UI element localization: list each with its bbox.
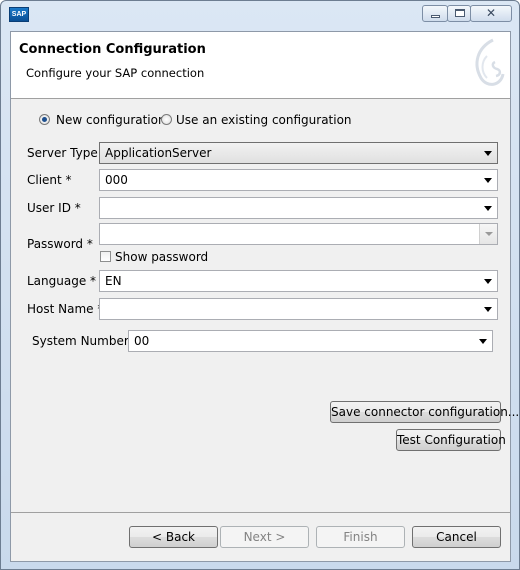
existing-configuration-radio[interactable] <box>161 114 172 125</box>
next-button[interactable]: Next > <box>220 526 309 548</box>
existing-configuration-label[interactable]: Use an existing configuration <box>176 113 352 127</box>
server-type-label: Server Type <box>27 146 98 160</box>
chevron-down-icon <box>484 307 492 312</box>
server-type-select[interactable]: ApplicationServer <box>99 142 498 164</box>
back-button[interactable]: < Back <box>129 526 218 548</box>
chevron-down-icon <box>484 206 492 211</box>
server-type-value: ApplicationServer <box>105 146 212 160</box>
test-configuration-button[interactable]: Test Configuration <box>396 429 506 451</box>
page-title: Connection Configuration <box>19 42 206 57</box>
minimize-button[interactable] <box>422 5 448 22</box>
wizard-header: Connection Configuration Configure your … <box>11 32 510 99</box>
maximize-button[interactable] <box>447 5 471 22</box>
user-id-combo[interactable] <box>99 197 498 219</box>
chevron-down-icon <box>479 339 487 344</box>
password-field[interactable] <box>99 223 498 245</box>
new-configuration-radio[interactable] <box>39 114 50 125</box>
chevron-down-icon <box>484 178 492 183</box>
footer-divider <box>11 512 510 513</box>
chevron-down-icon <box>484 279 492 284</box>
host-name-combo[interactable] <box>99 298 498 320</box>
language-label: Language * <box>27 274 97 288</box>
page-subtitle: Configure your SAP connection <box>26 66 205 80</box>
password-label: Password * <box>27 237 93 251</box>
language-value: EN <box>105 274 122 288</box>
client-label: Client * <box>27 173 72 187</box>
user-id-label: User ID * <box>27 201 81 215</box>
system-number-label: System Number * <box>32 334 139 348</box>
client-value: 000 <box>105 173 128 187</box>
client-combo[interactable]: 000 <box>99 169 498 191</box>
chevron-down-icon <box>484 151 492 156</box>
title-bar[interactable]: SAP ✕ <box>1 1 519 29</box>
close-button[interactable]: ✕ <box>470 5 512 22</box>
chevron-down-icon <box>479 224 497 244</box>
show-password-checkbox[interactable] <box>100 251 111 262</box>
new-configuration-label[interactable]: New configuration <box>56 113 166 127</box>
system-number-combo[interactable]: 00 <box>128 330 493 352</box>
show-password-label[interactable]: Show password <box>115 250 208 264</box>
sap-watermark-icon <box>475 38 505 86</box>
language-combo[interactable]: EN <box>99 270 498 292</box>
system-number-value: 00 <box>134 334 150 348</box>
dialog-window: SAP ✕ Connection Configuration Configure… <box>0 0 520 570</box>
save-connector-configuration-button[interactable]: Save connector configuration... <box>330 401 519 423</box>
maximize-icon <box>448 6 470 21</box>
close-icon: ✕ <box>485 6 497 20</box>
sap-app-icon: SAP <box>9 7 29 22</box>
cancel-button[interactable]: Cancel <box>412 526 501 548</box>
finish-button[interactable]: Finish <box>316 526 405 548</box>
host-name-label: Host Name * <box>27 302 104 316</box>
wizard-body: Connection Configuration Configure your … <box>10 31 519 562</box>
minimize-icon <box>423 6 447 21</box>
